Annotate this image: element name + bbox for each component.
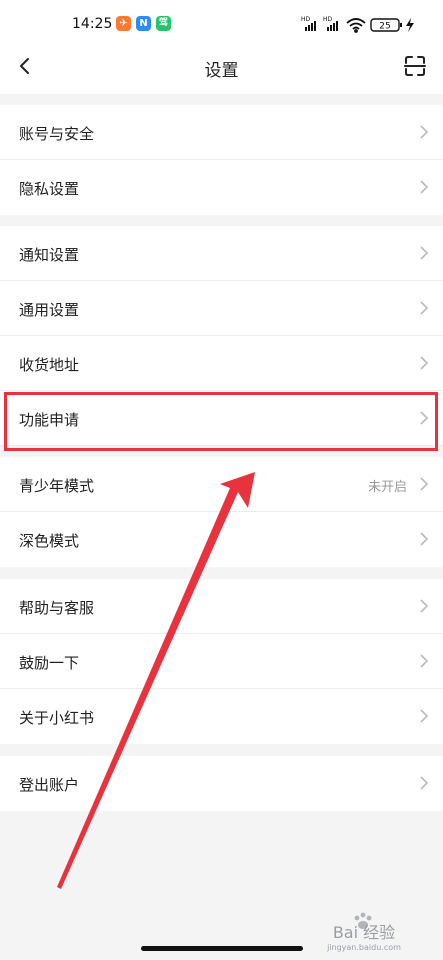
settings-row-privacy-settings[interactable]: 隐私设置	[0, 160, 443, 215]
settings-row-notification-settings[interactable]: 通知设置	[0, 226, 443, 281]
signal-label-1: HD	[301, 16, 311, 23]
chevron-right-icon	[420, 246, 429, 260]
charging-icon	[406, 18, 414, 32]
chevron-right-icon	[420, 125, 429, 139]
settings-row-dark-mode[interactable]: 深色模式	[0, 512, 443, 567]
settings-row-encourage[interactable]: 鼓励一下	[0, 634, 443, 689]
battery-icon: 25	[370, 18, 402, 32]
settings-row-label: 帮助与客服	[19, 599, 95, 617]
settings-row-label: 登出账户	[19, 776, 80, 794]
signal-icon-2: HD	[323, 16, 338, 31]
watermark-text: Bai 经验	[333, 923, 395, 942]
app-notification-icon-green: 驾	[156, 16, 171, 31]
settings-row-general-settings[interactable]: 通用设置	[0, 281, 443, 336]
nav-bar: 设置	[0, 48, 443, 94]
signal-label-2: HD	[323, 16, 333, 23]
wifi-icon	[346, 18, 366, 33]
watermark-logo: Bai 经验 jingyan.baidu.com	[326, 912, 401, 952]
chevron-right-icon	[420, 654, 429, 668]
app-notification-icon-blue: N	[136, 16, 151, 31]
settings-row-label: 关于小红书	[19, 709, 95, 727]
signal-icon-1: HD	[301, 16, 316, 31]
chevron-right-icon	[420, 180, 429, 194]
settings-row-shipping-address[interactable]: 收货地址	[0, 336, 443, 391]
settings-row-label: 青少年模式	[19, 477, 95, 495]
settings-row-logout[interactable]: 登出账户	[0, 756, 443, 811]
battery-level: 25	[379, 22, 390, 32]
settings-row-label: 账号与安全	[19, 125, 95, 143]
home-indicator[interactable]	[141, 946, 303, 951]
chevron-right-icon	[420, 532, 429, 546]
chevron-right-icon	[420, 301, 429, 315]
settings-row-label: 通知设置	[19, 246, 80, 264]
settings-row-label: 收货地址	[19, 356, 80, 374]
status-bar: 14:25 ✈ N 驾 HD HD 25	[0, 0, 443, 48]
chevron-right-icon	[420, 356, 429, 370]
chevron-right-icon	[420, 709, 429, 723]
settings-row-feature-application[interactable]: 功能申请	[0, 391, 443, 446]
scan-icon[interactable]	[401, 52, 429, 80]
settings-row-label: 通用设置	[19, 301, 80, 319]
settings-row-label: 隐私设置	[19, 180, 80, 198]
status-indicators: HD HD 25	[301, 16, 414, 33]
status-time: 14:25	[72, 16, 113, 32]
chevron-right-icon	[420, 776, 429, 790]
settings-row-label: 功能申请	[19, 411, 80, 429]
settings-row-label: 鼓励一下	[19, 654, 80, 672]
settings-row-label: 深色模式	[19, 532, 80, 550]
app-notification-icon-orange: ✈	[116, 16, 131, 31]
youth-mode-status: 未开启	[367, 480, 407, 495]
settings-row-youth-mode[interactable]: 青少年模式 未开启	[0, 457, 443, 512]
settings-row-help-support[interactable]: 帮助与客服	[0, 579, 443, 634]
settings-row-account-security[interactable]: 账号与安全	[0, 105, 443, 160]
page-title: 设置	[204, 61, 239, 81]
settings-row-about[interactable]: 关于小红书	[0, 689, 443, 744]
chevron-right-icon	[420, 477, 429, 491]
chevron-right-icon	[420, 411, 429, 425]
chevron-right-icon	[420, 599, 429, 613]
watermark-subtext: jingyan.baidu.com	[326, 943, 401, 952]
